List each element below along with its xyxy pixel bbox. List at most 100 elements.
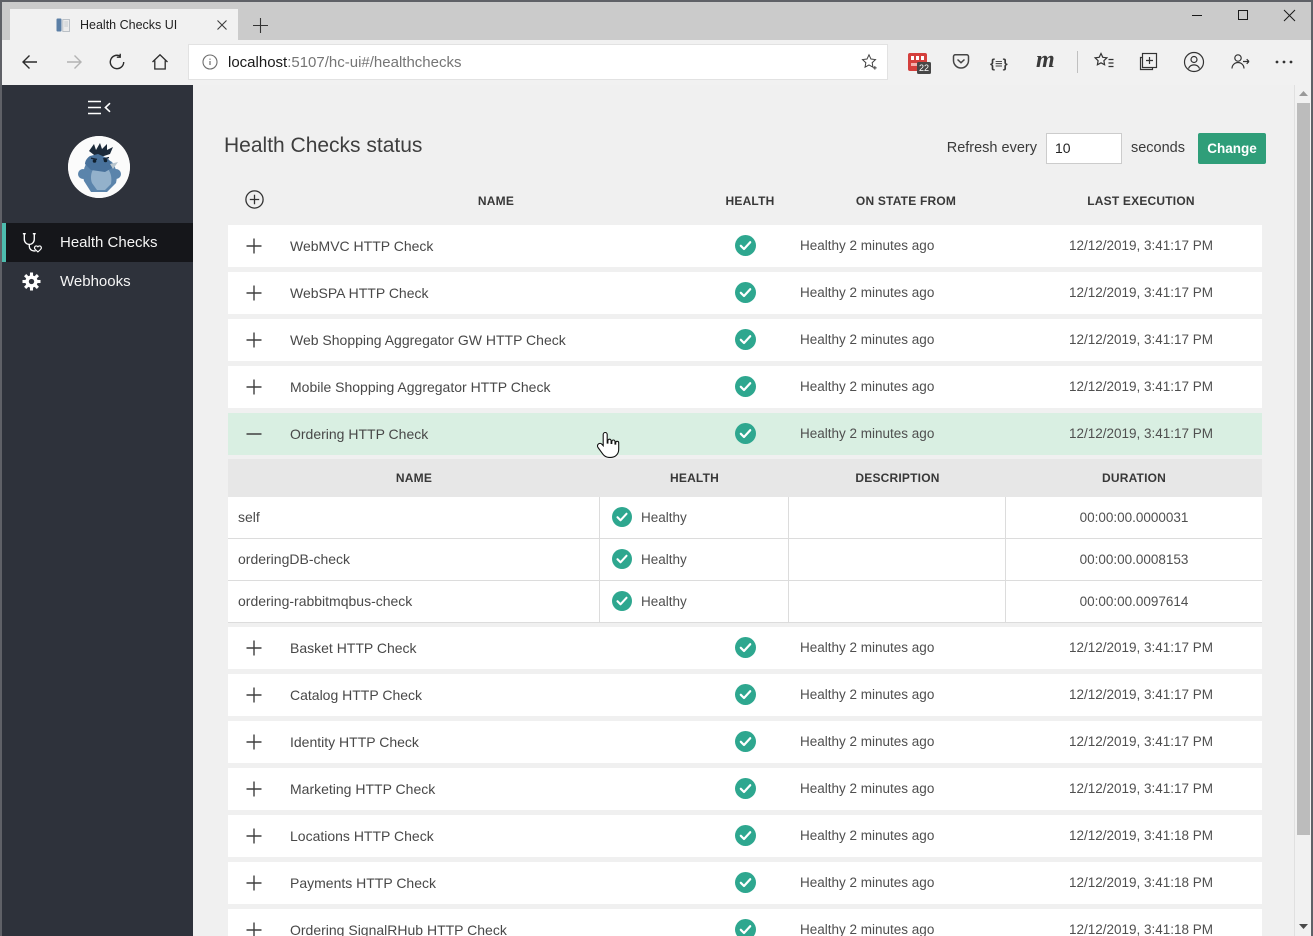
healthy-status-icon — [612, 549, 632, 569]
profile-icon[interactable] — [1183, 51, 1205, 73]
minimize-button[interactable] — [1174, 0, 1220, 30]
on-state-from: Healthy 2 minutes ago — [800, 815, 934, 857]
favorites-hub-icon[interactable] — [1093, 51, 1115, 73]
vertical-scrollbar[interactable] — [1294, 85, 1311, 936]
add-favorite-icon[interactable] — [860, 53, 878, 71]
feedback-icon[interactable] — [1229, 51, 1251, 73]
health-check-row[interactable]: WebSPA HTTP Check Healthy 2 minutes ago … — [228, 272, 1262, 314]
health-check-row[interactable]: Locations HTTP Check Healthy 2 minutes a… — [228, 815, 1262, 857]
collapse-row-icon[interactable] — [246, 426, 262, 442]
expand-row-icon[interactable] — [246, 332, 262, 348]
extension-calendar-icon[interactable]: 22 — [907, 51, 929, 73]
healthy-status-icon — [735, 329, 756, 350]
home-icon[interactable] — [151, 53, 169, 71]
health-check-row[interactable]: Mobile Shopping Aggregator HTTP Check He… — [228, 366, 1262, 408]
maximize-button[interactable] — [1220, 0, 1266, 30]
sidebar-item-label: Health Checks — [60, 234, 158, 251]
collections-icon[interactable] — [1137, 51, 1159, 73]
browser-tab[interactable]: Health Checks UI — [10, 9, 238, 40]
detail-health: Healthy — [641, 497, 687, 538]
healthy-status-icon — [735, 778, 756, 799]
on-state-from: Healthy 2 minutes ago — [800, 225, 934, 267]
braces-extension-icon[interactable]: {≡} — [990, 56, 1012, 78]
check-detail-row: orderingDB-check Healthy 00:00:00.000815… — [228, 539, 1262, 581]
expand-all-icon[interactable] — [245, 190, 264, 209]
scrollbar-thumb[interactable] — [1297, 103, 1310, 835]
column-header-name: NAME — [396, 194, 596, 208]
refresh-icon[interactable] — [108, 53, 126, 71]
on-state-from: Healthy 2 minutes ago — [800, 768, 934, 810]
health-check-row[interactable]: Basket HTTP Check Healthy 2 minutes ago … — [228, 627, 1262, 669]
expand-row-icon[interactable] — [246, 734, 262, 750]
change-button[interactable]: Change — [1198, 133, 1266, 164]
check-name: Marketing HTTP Check — [290, 768, 435, 810]
avatar — [68, 136, 130, 198]
last-execution: 12/12/2019, 3:41:18 PM — [1041, 815, 1241, 857]
on-state-from: Healthy 2 minutes ago — [800, 366, 934, 408]
stethoscope-icon — [20, 231, 43, 254]
new-tab-button[interactable] — [252, 17, 269, 34]
pocket-icon[interactable] — [950, 51, 972, 73]
refresh-label: Refresh every — [947, 140, 1037, 156]
check-name: Web Shopping Aggregator GW HTTP Check — [290, 319, 566, 361]
address-bar[interactable]: localhost:5107/hc-ui#/healthchecks — [188, 44, 888, 80]
last-execution: 12/12/2019, 3:41:17 PM — [1041, 272, 1241, 314]
details-header-row: NAME HEALTH DESCRIPTION DURATION — [228, 459, 1262, 497]
site-info-icon[interactable] — [202, 54, 218, 70]
healthy-status-icon — [735, 825, 756, 846]
check-name: Payments HTTP Check — [290, 862, 436, 904]
scroll-up-icon[interactable] — [1298, 89, 1309, 97]
health-check-row[interactable]: Identity HTTP Check Healthy 2 minutes ag… — [228, 721, 1262, 763]
expand-row-icon[interactable] — [246, 922, 262, 936]
details-header-health: HEALTH — [600, 459, 789, 497]
expand-row-icon[interactable] — [246, 781, 262, 797]
tab-close-icon[interactable] — [216, 19, 228, 31]
expand-row-icon[interactable] — [246, 285, 262, 301]
back-icon[interactable] — [21, 53, 39, 71]
health-check-row[interactable]: Ordering HTTP Check Healthy 2 minutes ag… — [228, 413, 1262, 455]
on-state-from: Healthy 2 minutes ago — [800, 272, 934, 314]
check-name: Ordering SignalRHub HTTP Check — [290, 909, 507, 936]
scroll-down-icon[interactable] — [1298, 923, 1309, 931]
detail-name: self — [228, 497, 600, 538]
check-name: WebSPA HTTP Check — [290, 272, 429, 314]
check-name: Identity HTTP Check — [290, 721, 419, 763]
toolbar-divider — [1077, 51, 1078, 73]
expand-row-icon[interactable] — [246, 687, 262, 703]
browser-window: Health Checks UI — [0, 0, 1313, 936]
detail-health: Healthy — [641, 539, 687, 580]
refresh-unit-label: seconds — [1131, 140, 1185, 156]
m-extension-icon[interactable]: m — [1036, 47, 1058, 69]
check-name: Mobile Shopping Aggregator HTTP Check — [290, 366, 550, 408]
extension-badge: 22 — [919, 63, 929, 73]
sidebar-collapse-icon[interactable] — [87, 100, 111, 115]
health-check-row[interactable]: WebMVC HTTP Check Healthy 2 minutes ago … — [228, 225, 1262, 267]
health-check-row[interactable]: Payments HTTP Check Healthy 2 minutes ag… — [228, 862, 1262, 904]
sidebar-item-health-checks[interactable]: Health Checks — [2, 223, 193, 262]
expand-row-icon[interactable] — [246, 875, 262, 891]
expand-row-icon[interactable] — [246, 379, 262, 395]
last-execution: 12/12/2019, 3:41:18 PM — [1041, 862, 1241, 904]
settings-menu-icon[interactable] — [1273, 51, 1295, 73]
last-execution: 12/12/2019, 3:41:17 PM — [1041, 674, 1241, 716]
healthy-status-icon — [735, 423, 756, 444]
tab-favicon-icon — [55, 17, 71, 33]
health-check-row[interactable]: Catalog HTTP Check Healthy 2 minutes ago… — [228, 674, 1262, 716]
sidebar-item-webhooks[interactable]: Webhooks — [2, 262, 193, 301]
column-header-last-execution: LAST EXECUTION — [1041, 194, 1241, 208]
expand-row-icon[interactable] — [246, 828, 262, 844]
on-state-from: Healthy 2 minutes ago — [800, 862, 934, 904]
health-check-row[interactable]: Web Shopping Aggregator GW HTTP Check He… — [228, 319, 1262, 361]
on-state-from: Healthy 2 minutes ago — [800, 909, 934, 936]
healthy-status-icon — [612, 591, 632, 611]
close-button[interactable] — [1266, 0, 1312, 30]
forward-icon[interactable] — [65, 53, 83, 71]
health-check-row[interactable]: Ordering SignalRHub HTTP Check Healthy 2… — [228, 909, 1262, 936]
expand-row-icon[interactable] — [246, 640, 262, 656]
health-check-row[interactable]: Marketing HTTP Check Healthy 2 minutes a… — [228, 768, 1262, 810]
refresh-interval-input[interactable] — [1046, 133, 1122, 164]
last-execution: 12/12/2019, 3:41:17 PM — [1041, 768, 1241, 810]
sidebar-item-label: Webhooks — [60, 273, 131, 290]
expand-row-icon[interactable] — [246, 238, 262, 254]
check-name: Locations HTTP Check — [290, 815, 434, 857]
